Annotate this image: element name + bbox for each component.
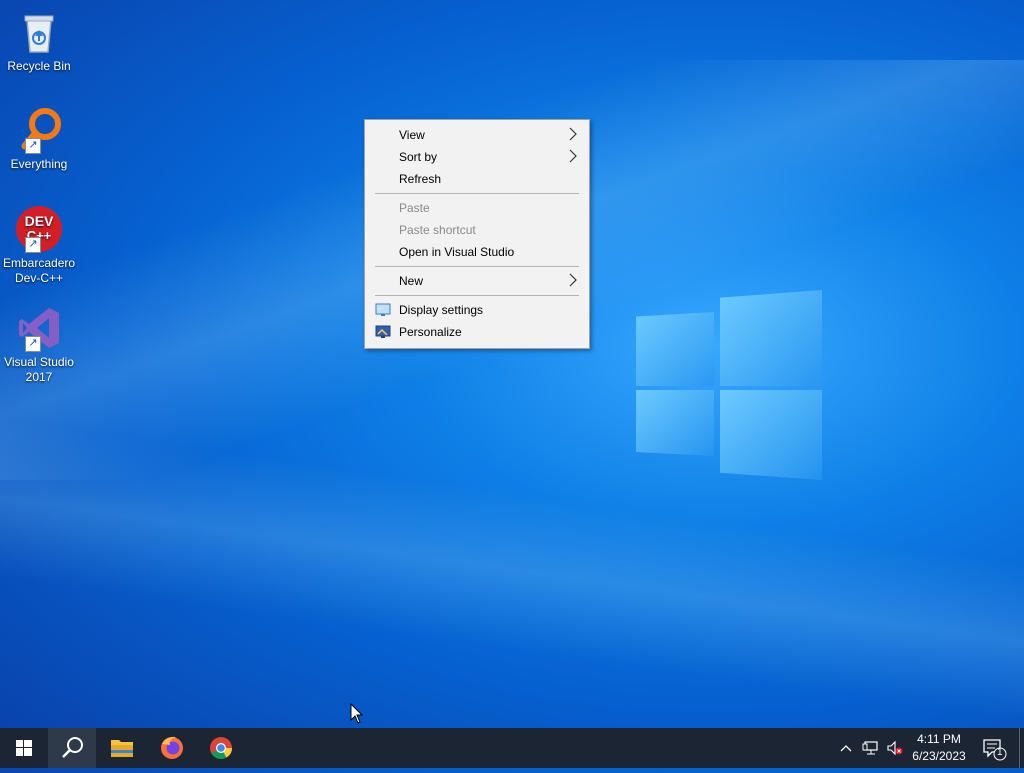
- menu-item-paste: Paste: [367, 197, 587, 219]
- menu-separator: [375, 193, 579, 194]
- network-icon[interactable]: [862, 740, 880, 756]
- desktop-icon-devcpp[interactable]: DEV C++ ↗ Embarcadero Dev-C++: [2, 205, 76, 286]
- menu-item-sort-by[interactable]: Sort by: [367, 146, 587, 168]
- clock-date[interactable]: 6/23/2023: [904, 749, 974, 763]
- visual-studio-icon: ↗: [15, 304, 63, 352]
- file-explorer-icon: [111, 740, 133, 757]
- shortcut-arrow-icon: ↗: [25, 237, 41, 253]
- search-icon: [62, 737, 83, 758]
- file-explorer-button[interactable]: [98, 728, 146, 768]
- menu-item-personalize[interactable]: Personalize: [367, 321, 587, 343]
- menu-item-label: View: [399, 128, 425, 142]
- menu-item-label: Refresh: [399, 172, 442, 186]
- firefox-icon: [161, 736, 183, 759]
- chevron-right-icon: [569, 149, 577, 163]
- desktop-icon-label: Embarcadero Dev-C++: [3, 256, 76, 285]
- volume-muted-icon[interactable]: [886, 740, 904, 756]
- menu-item-open-in-visual-studio[interactable]: Open in Visual Studio: [367, 241, 587, 263]
- personalize-icon: [375, 325, 391, 338]
- menu-item-refresh[interactable]: Refresh: [367, 168, 587, 190]
- devcpp-logo-text: DEV: [25, 213, 54, 229]
- desktop-icon-label: Everything: [10, 157, 68, 171]
- desktop-icon-everything[interactable]: ↗ Everything: [2, 106, 76, 172]
- shortcut-arrow-icon: ↗: [25, 138, 41, 154]
- display-settings-icon: [375, 303, 391, 316]
- notifications-icon: [983, 739, 1007, 761]
- firefox-button[interactable]: [148, 728, 196, 768]
- chevron-right-icon: [569, 127, 577, 141]
- desktop-icon-label: Recycle Bin: [7, 59, 71, 73]
- menu-separator: [375, 295, 579, 296]
- devcpp-icon: DEV C++ ↗: [15, 205, 63, 253]
- menu-item-view[interactable]: View: [367, 124, 587, 146]
- show-desktop-button[interactable]: [1019, 728, 1024, 768]
- recycle-bin-icon: [15, 8, 63, 56]
- chrome-button[interactable]: [197, 728, 245, 768]
- taskbar: 4:11 PM 6/23/2023 1: [0, 728, 1024, 768]
- start-icon: [16, 740, 32, 756]
- action-center-button[interactable]: 1: [978, 734, 1008, 762]
- menu-item-label: Paste shortcut: [399, 223, 476, 237]
- menu-item-label: Open in Visual Studio: [399, 245, 515, 259]
- desktop-icon-visual-studio[interactable]: ↗ Visual Studio 2017: [2, 304, 76, 385]
- everything-search-icon: ↗: [15, 106, 63, 154]
- menu-separator: [375, 266, 579, 267]
- desktop-context-menu: View Sort by Refresh Paste Paste shortcu…: [364, 119, 590, 349]
- desktop-icon-label: Visual Studio 2017: [4, 355, 74, 384]
- chevron-up-icon[interactable]: [838, 740, 854, 756]
- menu-item-label: Sort by: [399, 150, 438, 164]
- search-button[interactable]: [48, 728, 96, 768]
- chrome-icon: [210, 737, 232, 759]
- start-button[interactable]: [0, 728, 48, 768]
- wallpaper-windows-logo: [636, 290, 822, 480]
- menu-item-label: New: [399, 274, 424, 288]
- menu-item-label: Paste: [399, 201, 430, 215]
- menu-item-paste-shortcut: Paste shortcut: [367, 219, 587, 241]
- chevron-right-icon: [569, 273, 577, 287]
- menu-item-new[interactable]: New: [367, 270, 587, 292]
- notification-count: 1: [997, 747, 1003, 758]
- clock-time[interactable]: 4:11 PM: [904, 732, 974, 746]
- menu-item-label: Personalize: [399, 325, 462, 339]
- wallpaper-light-beam: [0, 380, 1024, 760]
- desktop-icon-recycle-bin[interactable]: Recycle Bin: [2, 8, 76, 74]
- mouse-cursor-icon: [350, 703, 364, 724]
- shortcut-arrow-icon: ↗: [25, 336, 41, 352]
- menu-item-display-settings[interactable]: Display settings: [367, 299, 587, 321]
- menu-item-label: Display settings: [399, 303, 484, 317]
